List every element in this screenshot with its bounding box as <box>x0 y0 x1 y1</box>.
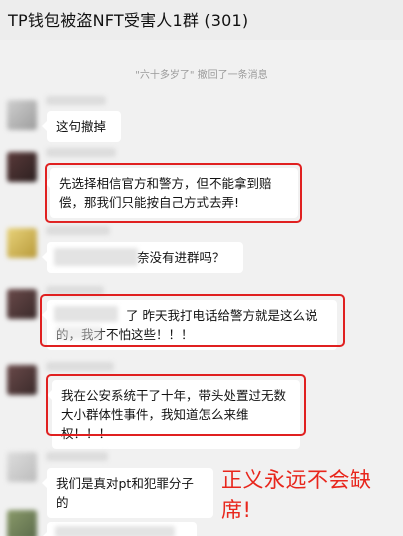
recall-notice: "六十多岁了" 撤回了一条消息 <box>135 70 268 81</box>
redacted-text <box>55 526 175 536</box>
sender-name <box>46 96 106 105</box>
sender-name <box>46 452 108 461</box>
highlight-box <box>46 374 306 436</box>
message-text: 奈没有进群吗？ <box>137 250 225 265</box>
avatar[interactable] <box>7 452 37 482</box>
message-text: 这句撤掉 <box>56 119 107 134</box>
avatar[interactable] <box>7 152 37 182</box>
annotation-text: 正义永远不会缺席! <box>221 468 372 522</box>
chat-header: TP钱包被盗NFT受害人1群 (301) <box>0 0 403 40</box>
highlight-box <box>45 163 302 223</box>
avatar[interactable] <box>7 100 37 130</box>
redacted-name <box>54 248 138 266</box>
avatar[interactable] <box>7 365 37 395</box>
group-title: TP钱包被盗NFT受害人1群 (301) <box>8 11 249 30</box>
message-bubble[interactable]: 我们是真对pt和犯罪分子的 <box>42 468 213 518</box>
avatar[interactable] <box>7 289 37 319</box>
avatar[interactable] <box>7 228 37 258</box>
sender-name <box>46 362 114 371</box>
sender-name <box>46 148 116 157</box>
message-text: 我们是真对pt和犯罪分子的 <box>56 476 194 510</box>
highlight-box <box>40 294 345 347</box>
sender-name <box>46 226 110 235</box>
message-bubble[interactable]: 这句撤掉 <box>42 111 121 142</box>
message-bubble[interactable] <box>42 522 197 536</box>
avatar[interactable] <box>7 510 37 536</box>
